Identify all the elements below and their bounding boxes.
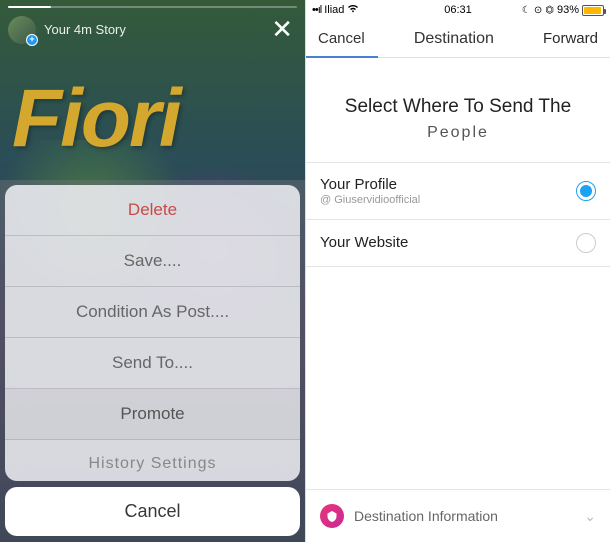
chevron-down-icon: ⌄ bbox=[584, 508, 596, 525]
condition-as-post-button[interactable]: Condition As Post.... bbox=[5, 287, 300, 338]
history-settings-button[interactable]: History Settings bbox=[5, 440, 300, 481]
content-area: Select Where To Send The People Your Pro… bbox=[306, 58, 610, 542]
status-time: 06:31 bbox=[438, 4, 478, 16]
battery-icon bbox=[582, 5, 604, 16]
close-icon[interactable]: ✕ bbox=[267, 14, 297, 45]
destination-information-row[interactable]: Destination Information ⌄ bbox=[306, 489, 610, 542]
option-profile-subtitle: @ Giuservidioofficial bbox=[320, 194, 576, 206]
footer-label: Destination Information bbox=[354, 508, 584, 524]
nav-cancel-button[interactable]: Cancel bbox=[318, 30, 365, 47]
option-your-profile[interactable]: Your Profile @ Giuservidioofficial bbox=[306, 163, 610, 220]
avatar[interactable] bbox=[8, 16, 36, 44]
story-label: Your 4m Story bbox=[44, 22, 126, 37]
radio-selected-icon[interactable] bbox=[576, 181, 596, 201]
add-badge-icon bbox=[26, 34, 38, 46]
promote-button[interactable]: Promote bbox=[5, 389, 300, 440]
signal-icon bbox=[312, 4, 321, 16]
option-profile-title: Your Profile bbox=[320, 176, 576, 193]
radio-unselected-icon[interactable] bbox=[576, 233, 596, 253]
status-right: 93% bbox=[522, 4, 604, 16]
send-to-button[interactable]: Send To.... bbox=[5, 338, 300, 389]
heading-line2: People bbox=[326, 124, 590, 142]
story-progress bbox=[8, 6, 297, 8]
destination-options: Your Profile @ Giuservidioofficial Your … bbox=[306, 162, 610, 267]
status-left: Iliad bbox=[312, 4, 359, 16]
story-text-overlay: Fiori bbox=[12, 72, 180, 166]
option-your-website[interactable]: Your Website bbox=[306, 220, 610, 267]
option-text: Your Profile @ Giuservidioofficial bbox=[320, 176, 576, 206]
save-button[interactable]: Save.... bbox=[5, 236, 300, 287]
cancel-button[interactable]: Cancel bbox=[5, 487, 300, 536]
moon-icon bbox=[522, 4, 531, 16]
nav-title: Destination bbox=[414, 30, 494, 48]
story-view: Your 4m Story ✕ Fiori Delete Save.... Co… bbox=[0, 0, 305, 542]
action-sheet: Delete Save.... Condition As Post.... Se… bbox=[0, 185, 305, 542]
heading-line1: Select Where To Send The bbox=[326, 93, 590, 122]
lock-icon bbox=[545, 4, 554, 16]
nav-forward-button[interactable]: Forward bbox=[543, 30, 598, 47]
story-progress-fill bbox=[8, 6, 51, 8]
story-header: Your 4m Story ✕ bbox=[8, 14, 297, 45]
delete-button[interactable]: Delete bbox=[5, 185, 300, 236]
carrier-label: Iliad bbox=[324, 4, 344, 16]
alarm-icon bbox=[534, 4, 542, 16]
battery-percent: 93% bbox=[557, 4, 579, 16]
nav-bar: Cancel Destination Forward bbox=[306, 20, 610, 58]
action-sheet-group: Delete Save.... Condition As Post.... Se… bbox=[5, 185, 300, 481]
destination-screen: Iliad 06:31 93% Cancel Destination Forwa… bbox=[305, 0, 610, 542]
option-text: Your Website bbox=[320, 234, 576, 251]
option-website-title: Your Website bbox=[320, 234, 576, 251]
heading: Select Where To Send The People bbox=[306, 58, 610, 162]
status-bar: Iliad 06:31 93% bbox=[306, 0, 610, 20]
info-icon bbox=[320, 504, 344, 528]
wifi-icon bbox=[347, 4, 359, 16]
